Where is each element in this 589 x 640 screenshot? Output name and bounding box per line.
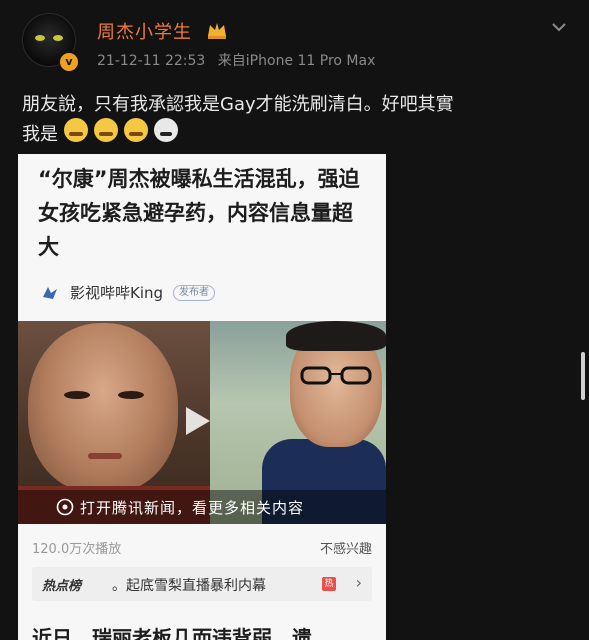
verified-badge-icon: v: [58, 51, 80, 73]
article-headline[interactable]: “尔康”周杰被曝私生活混乱，强迫女孩吃紧急避孕药，内容信息量超大: [38, 162, 368, 264]
post-meta: 21-12-11 22:53 来自iPhone 11 Pro Max: [97, 50, 383, 70]
hot-badge: 热: [322, 577, 336, 591]
scrollbar[interactable]: [581, 352, 585, 400]
video-stats-row: 120.0万次播放 不感兴趣: [18, 532, 386, 562]
glasses-icon: [300, 366, 372, 385]
post-source: 来自iPhone 11 Pro Max: [217, 53, 376, 69]
crying-emoji-icon: [64, 118, 88, 142]
hot-list-banner[interactable]: 热点榜 。起底雪梨直播暴利内幕 热 ›: [32, 567, 372, 601]
person-face: [28, 323, 178, 493]
chevron-right-icon[interactable]: ›: [356, 573, 362, 592]
view-count: 120.0万次播放: [32, 542, 122, 557]
hot-list-label: 热点榜: [42, 579, 82, 594]
avatar-eye: [35, 35, 45, 41]
crown-icon: [208, 23, 226, 39]
post-time: 21-12-11 22:53: [97, 53, 206, 69]
video-caption-bar[interactable]: 打开腾讯新闻，看更多相关内容: [18, 490, 386, 524]
play-icon[interactable]: [186, 407, 210, 435]
video-caption: 打开腾讯新闻，看更多相关内容: [80, 498, 305, 517]
news-card[interactable]: “尔康”周杰被曝私生活混乱，强迫女孩吃紧急避孕药，内容信息量超大 影视哔哔Kin…: [18, 154, 386, 640]
emoji-row: [64, 118, 178, 146]
source-name: 影视哔哔King: [70, 284, 164, 302]
not-interested-button[interactable]: 不感兴趣: [320, 538, 372, 557]
crying-emoji-icon: [94, 118, 118, 142]
article-snippet: 近日，瑞丽老板几而违背弱、遗: [32, 626, 312, 640]
bird-logo-icon: [43, 286, 57, 299]
post-text-line1: 朋友說，只有我承認我是Gay才能洗刷清白。好吧其實: [22, 94, 454, 115]
crying-emoji-icon: [124, 118, 148, 142]
avatar-eye: [53, 35, 63, 41]
hot-list-headline: 。起底雪梨直播暴利内幕: [112, 578, 266, 594]
chevron-down-icon[interactable]: [550, 18, 568, 36]
panda-emoji-icon: [154, 118, 178, 142]
person-hair: [286, 321, 386, 351]
article-source[interactable]: 影视哔哔King 发布者: [40, 282, 216, 303]
video-player[interactable]: 打开腾讯新闻，看更多相关内容: [18, 321, 386, 524]
publisher-tag: 发布者: [173, 284, 216, 301]
author-name[interactable]: 周杰小学生: [97, 18, 192, 44]
tencent-news-icon: [56, 498, 74, 516]
